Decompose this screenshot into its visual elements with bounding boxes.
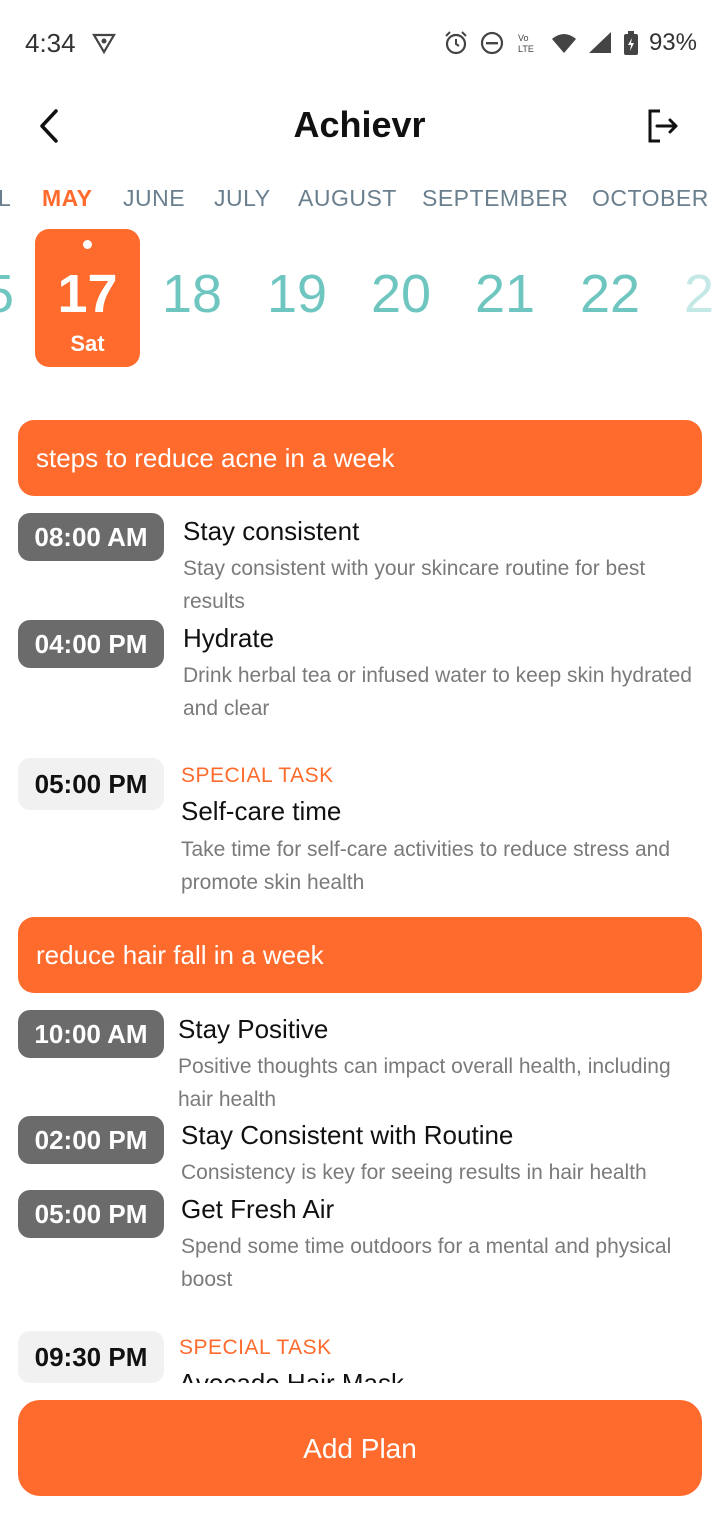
- task-title: Avocado Hair Mask: [179, 1368, 404, 1383]
- day-item[interactable]: 21: [475, 263, 535, 325]
- plan-header[interactable]: steps to reduce acne in a week: [18, 420, 702, 496]
- battery-percentage: 93%: [648, 29, 697, 56]
- task-title: Stay Positive: [178, 1014, 329, 1044]
- day-item[interactable]: 20: [371, 263, 431, 325]
- month-item-june[interactable]: JUNE: [123, 185, 185, 212]
- task-time: 08:00 AM: [18, 513, 164, 561]
- plans-list[interactable]: steps to reduce acne in a week 08:00 AM …: [0, 385, 719, 1383]
- svg-text:Vo: Vo: [518, 33, 529, 43]
- task-description: Positive thoughts can impact overall hea…: [178, 1055, 671, 1111]
- task-title: Stay consistent: [183, 516, 360, 546]
- month-item-july[interactable]: JULY: [214, 185, 271, 212]
- status-time: 4:34: [25, 28, 76, 58]
- task-title: Get Fresh Air: [181, 1194, 335, 1224]
- wifi-icon: [551, 30, 577, 56]
- special-task-label: SPECIAL TASK: [179, 1336, 332, 1359]
- status-bar: 4:34 Vo LTE 93%: [0, 0, 719, 86]
- task-time: 04:00 PM: [18, 620, 164, 668]
- page-title: Achievr: [293, 104, 426, 145]
- day-item[interactable]: 18: [162, 263, 222, 325]
- task-description: Spend some time outdoors for a mental an…: [181, 1235, 672, 1291]
- month-item-may[interactable]: MAY: [42, 185, 93, 212]
- month-item-october[interactable]: OCTOBER: [592, 185, 709, 212]
- task-description: Consistency is key for seeing results in…: [181, 1161, 647, 1184]
- day-item-partial-right[interactable]: 2: [684, 263, 714, 325]
- special-task-label: SPECIAL TASK: [181, 764, 334, 787]
- status-icons: Vo LTE 93%: [443, 26, 697, 60]
- volte-icon: Vo LTE: [515, 30, 541, 56]
- day-selector: 5 17 Sat 18 19 20 21 22 2: [0, 225, 719, 370]
- task-time: 02:00 PM: [18, 1116, 164, 1164]
- task-title: Self-care time: [181, 796, 342, 826]
- do-not-disturb-icon: [479, 30, 505, 56]
- alarm-icon: [443, 30, 469, 56]
- selected-day-weekday: Sat: [70, 331, 105, 356]
- day-item[interactable]: 22: [580, 263, 640, 325]
- month-selector: L MAY JUNE JULY AUGUST SEPTEMBER OCTOBER: [0, 185, 719, 219]
- month-item-august[interactable]: AUGUST: [298, 185, 397, 212]
- logout-button[interactable]: [643, 106, 683, 146]
- task-time: 05:00 PM: [18, 1190, 164, 1238]
- task-description: Drink herbal tea or infused water to kee…: [183, 664, 692, 720]
- month-item-september[interactable]: SEPTEMBER: [422, 185, 568, 212]
- add-plan-button[interactable]: Add Plan: [18, 1400, 702, 1496]
- cellular-signal-icon: [587, 30, 613, 56]
- task-description: Stay consistent with your skincare routi…: [183, 557, 646, 613]
- month-item-partial[interactable]: L: [0, 185, 11, 212]
- vpn-shield-icon: [92, 32, 116, 55]
- task-description: Take time for self-care activities to re…: [181, 838, 671, 894]
- day-item[interactable]: 19: [267, 263, 327, 325]
- task-title: Stay Consistent with Routine: [181, 1120, 514, 1150]
- task-time: 05:00 PM: [18, 758, 164, 810]
- svg-text:LTE: LTE: [518, 44, 534, 54]
- plan-header[interactable]: reduce hair fall in a week: [18, 917, 702, 993]
- task-title: Hydrate: [183, 623, 275, 653]
- task-time: 10:00 AM: [18, 1010, 164, 1058]
- event-dot: [83, 240, 92, 249]
- task-time: 09:30 PM: [18, 1331, 164, 1383]
- day-item-partial-left[interactable]: 5: [0, 263, 14, 325]
- selected-day-number: 17: [57, 264, 118, 324]
- logout-icon: [648, 109, 678, 143]
- app-bar: Achievr: [0, 90, 719, 170]
- battery-charging-icon: [623, 30, 639, 56]
- day-item-selected[interactable]: 17 Sat: [35, 229, 140, 367]
